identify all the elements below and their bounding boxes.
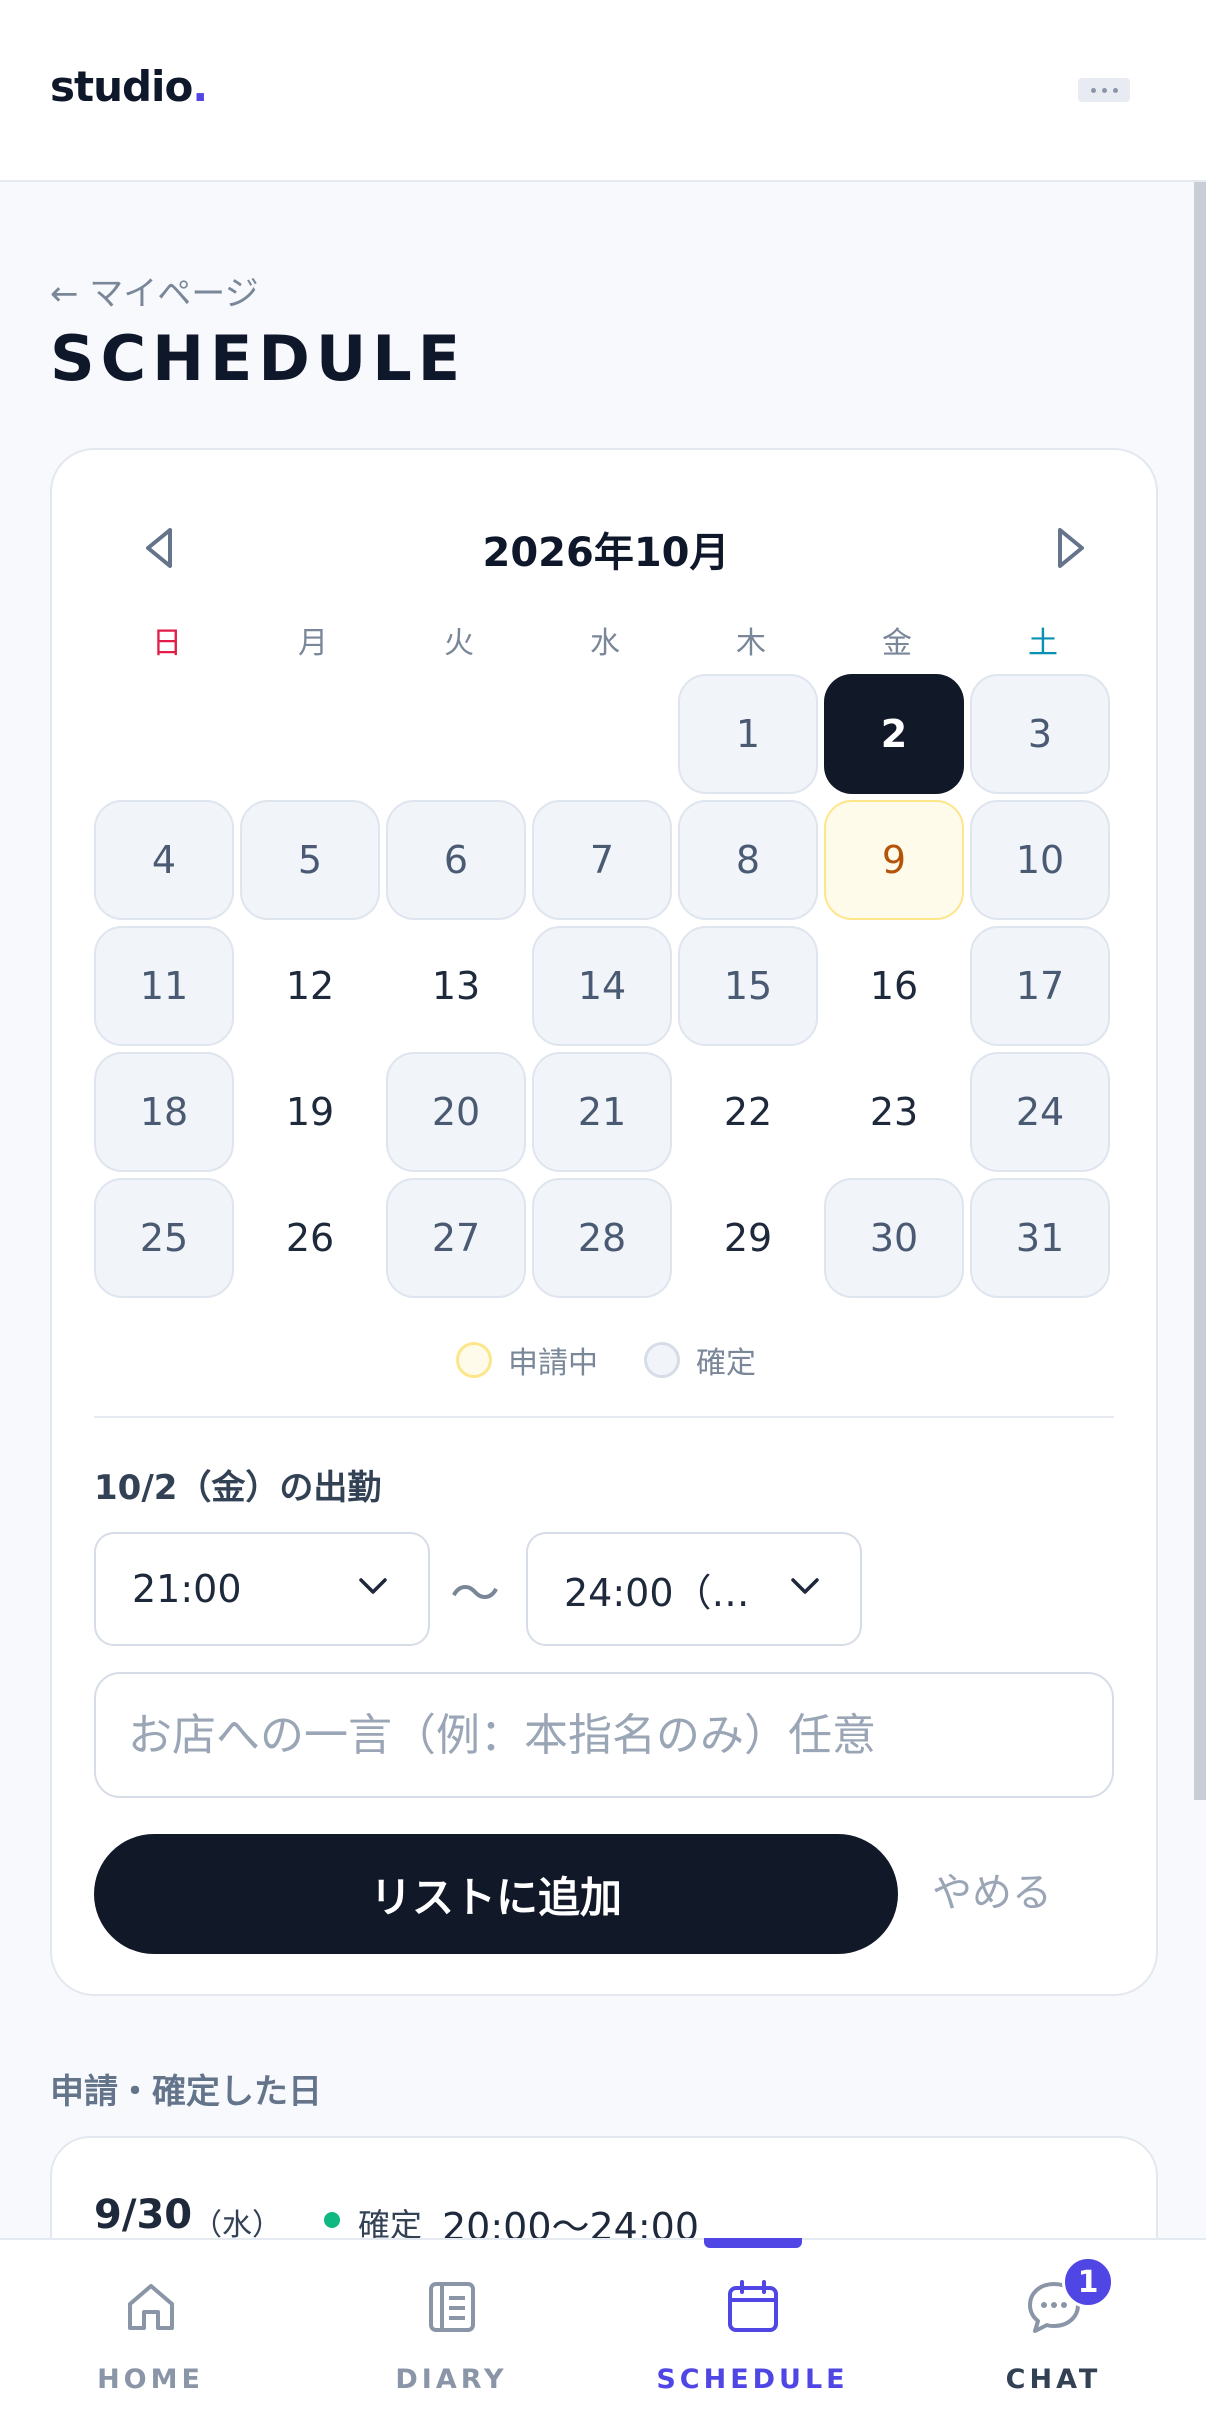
active-tab-indicator — [704, 2238, 802, 2248]
schedule-card: 2026年10月 日 月 火 水 木 金 土 1 2 3 4 5 6 7 8 9 10 11 12 13… — [50, 448, 1158, 1996]
chevron-down-icon — [359, 1578, 387, 1594]
chevron-down-icon — [791, 1578, 819, 1594]
home-icon — [128, 2284, 174, 2330]
legend-confirmed: 確定 — [644, 1338, 756, 1382]
add-to-list-button[interactable]: リストに追加 — [94, 1834, 898, 1954]
divider — [94, 1416, 1114, 1418]
calendar-day-6[interactable]: 6 — [386, 800, 526, 920]
legend-confirmed-label: 確定 — [696, 1346, 756, 1381]
nav-diary[interactable]: DIARY — [301, 2240, 602, 2432]
calendar-day-19[interactable]: 19 — [240, 1052, 380, 1172]
calendar-day-15[interactable]: 15 — [678, 926, 818, 1046]
calendar-day-3[interactable]: 3 — [970, 674, 1110, 794]
calendar-day-10[interactable]: 10 — [970, 800, 1110, 920]
nav-chat[interactable]: CHAT — [903, 2240, 1204, 2432]
calendar-day-8[interactable]: 8 — [678, 800, 818, 920]
comment-input[interactable] — [94, 1672, 1114, 1798]
calendar-day-9[interactable]: 9 — [824, 800, 964, 920]
calendar-day-18[interactable]: 18 — [94, 1052, 234, 1172]
bottom-nav: HOME DIARY SCHEDULE CHAT — [0, 2238, 1206, 2432]
month-title: 2026年10月 — [482, 530, 730, 576]
calendar-day-2[interactable]: 2 — [824, 674, 964, 794]
nav-schedule-label: SCHEDULE — [656, 2364, 849, 2395]
end-time-select[interactable]: 24:00（… — [526, 1532, 862, 1646]
weekday-label: 土 — [1028, 626, 1058, 661]
shift-heading: 10/2（金）の出勤 — [94, 1468, 382, 1508]
page-title: SCHEDULE — [50, 322, 467, 395]
calendar-empty-cell — [532, 674, 672, 794]
calendar-empty-cell — [240, 674, 380, 794]
nav-home-label: HOME — [97, 2364, 204, 2395]
applied-section-label: 申請・確定した日 — [50, 2072, 322, 2112]
back-to-mypage-link[interactable]: ← マイページ — [50, 266, 259, 315]
app-logo[interactable]: studio. — [50, 62, 208, 111]
weekday-label: 水 — [590, 626, 620, 661]
calendar-day-28[interactable]: 28 — [532, 1178, 672, 1298]
calendar-day-30[interactable]: 30 — [824, 1178, 964, 1298]
calendar-day-11[interactable]: 11 — [94, 926, 234, 1046]
calendar-day-23[interactable]: 23 — [824, 1052, 964, 1172]
scrollbar[interactable] — [1194, 182, 1206, 1800]
nav-diary-label: DIARY — [395, 2364, 508, 2395]
weekday-label: 日 — [152, 626, 182, 661]
calendar-day-5[interactable]: 5 — [240, 800, 380, 920]
calendar-empty-cell — [386, 674, 526, 794]
calendar-legend: 申請中 確定 — [52, 1338, 1160, 1382]
weekday-label: 金 — [882, 626, 912, 661]
time-separator: 〜 — [450, 1565, 500, 1623]
weekday-label: 火 — [444, 626, 474, 661]
calendar-day-13[interactable]: 13 — [386, 926, 526, 1046]
start-time-select[interactable]: 21:00 — [94, 1532, 430, 1646]
chat-unread-badge: 1 — [1062, 2256, 1114, 2308]
calendar-day-1[interactable]: 1 — [678, 674, 818, 794]
calendar-icon — [728, 2280, 778, 2332]
calendar-empty-cell — [94, 674, 234, 794]
app-header: studio. — [0, 0, 1206, 182]
next-month-icon[interactable] — [1052, 524, 1092, 572]
status-dot — [324, 2212, 340, 2228]
calendar-day-25[interactable]: 25 — [94, 1178, 234, 1298]
calendar-day-21[interactable]: 21 — [532, 1052, 672, 1172]
legend-pending-label: 申請中 — [508, 1346, 598, 1381]
legend-pending: 申請中 — [456, 1338, 598, 1382]
calendar-day-4[interactable]: 4 — [94, 800, 234, 920]
calendar-day-29[interactable]: 29 — [678, 1178, 818, 1298]
calendar-day-20[interactable]: 20 — [386, 1052, 526, 1172]
diary-icon — [429, 2282, 475, 2332]
more-icon[interactable] — [1078, 78, 1130, 102]
calendar-day-27[interactable]: 27 — [386, 1178, 526, 1298]
weekday-header: 日 月 火 水 木 金 土 — [94, 618, 1116, 662]
nav-schedule[interactable]: SCHEDULE — [602, 2240, 903, 2432]
calendar-day-26[interactable]: 26 — [240, 1178, 380, 1298]
pending-swatch — [456, 1342, 492, 1378]
calendar-day-17[interactable]: 17 — [970, 926, 1110, 1046]
cancel-button[interactable]: やめる — [932, 1860, 1052, 1918]
calendar-day-24[interactable]: 24 — [970, 1052, 1110, 1172]
weekday-label: 木 — [736, 626, 766, 661]
calendar-day-7[interactable]: 7 — [532, 800, 672, 920]
nav-chat-label: CHAT — [1005, 2364, 1102, 2395]
calendar-day-12[interactable]: 12 — [240, 926, 380, 1046]
calendar-day-31[interactable]: 31 — [970, 1178, 1110, 1298]
nav-home[interactable]: HOME — [0, 2240, 301, 2432]
end-time-value: 24:00（… — [564, 1570, 750, 1615]
start-time-value: 21:00 — [132, 1567, 242, 1611]
calendar-day-14[interactable]: 14 — [532, 926, 672, 1046]
calendar-day-16[interactable]: 16 — [824, 926, 964, 1046]
confirmed-swatch — [644, 1342, 680, 1378]
weekday-label: 月 — [298, 626, 328, 661]
calendar-grid: 1 2 3 4 5 6 7 8 9 10 11 12 13 14 15 16 17 18 19 20 21 22 23 24 2… — [94, 674, 1116, 1298]
entry-date: 9/30 — [94, 2192, 193, 2238]
calendar-day-22[interactable]: 22 — [678, 1052, 818, 1172]
